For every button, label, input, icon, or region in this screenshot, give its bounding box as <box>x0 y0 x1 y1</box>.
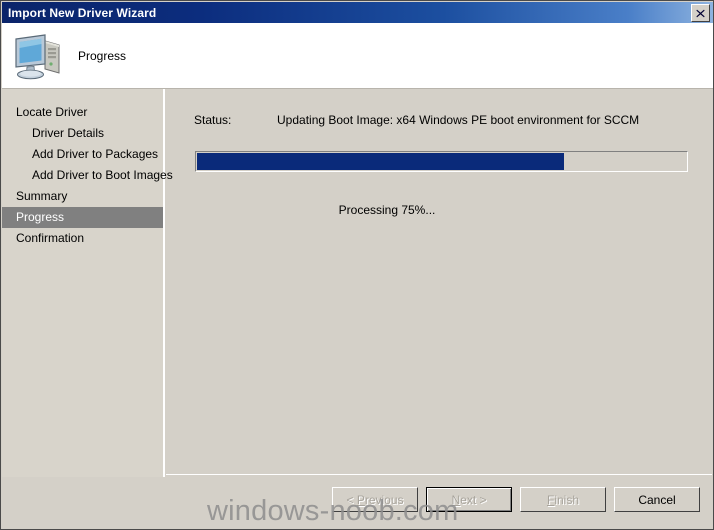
import-new-driver-wizard-window: Import New Driver Wizard Progress Locate… <box>0 0 714 530</box>
wizard-steps-sidebar: Locate Driver Driver Details Add Driver … <box>2 89 173 502</box>
previous-button[interactable]: < Previous <box>332 487 418 512</box>
sidebar-item-progress[interactable]: Progress <box>2 207 163 228</box>
window-title: Import New Driver Wizard <box>8 5 157 20</box>
sidebar-item-confirmation[interactable]: Confirmation <box>2 228 163 249</box>
wizard-body: Locate Driver Driver Details Add Driver … <box>2 89 713 529</box>
cancel-button-label: Cancel <box>638 492 676 507</box>
wizard-header: Progress <box>2 23 713 89</box>
wizard-button-row: < Previous Next > Finish Cancel <box>332 487 700 512</box>
sidebar-item-summary[interactable]: Summary <box>2 186 163 207</box>
finish-button[interactable]: Finish <box>520 487 606 512</box>
sidebar-item-add-driver-to-boot-images[interactable]: Add Driver to Boot Images <box>2 165 173 186</box>
sidebar-item-driver-details[interactable]: Driver Details <box>2 123 163 144</box>
status-row: Status: Updating Boot Image: x64 Windows… <box>194 113 639 127</box>
finish-button-label: Finish <box>546 492 580 507</box>
sidebar-item-add-driver-to-packages[interactable]: Add Driver to Packages <box>2 144 163 165</box>
wizard-footer: < Previous Next > Finish Cancel <box>2 477 713 529</box>
close-button[interactable] <box>691 4 710 22</box>
processing-status-text: Processing 75%... <box>338 203 436 217</box>
computer-icon <box>15 33 60 79</box>
next-button[interactable]: Next > <box>426 487 512 512</box>
progress-content-pane: Status: Updating Boot Image: x64 Windows… <box>167 89 713 529</box>
status-value: Updating Boot Image: x64 Windows PE boot… <box>277 113 640 127</box>
sidebar-item-locate-driver[interactable]: Locate Driver <box>2 102 163 123</box>
status-label: Status: <box>194 113 232 127</box>
footer-separator <box>166 474 712 476</box>
next-button-label: Next > <box>451 492 487 507</box>
progress-bar <box>195 151 688 172</box>
close-icon <box>696 9 705 17</box>
previous-button-label: < Previous <box>346 492 404 507</box>
progress-bar-fill <box>197 153 564 170</box>
cancel-button[interactable]: Cancel <box>614 487 700 512</box>
page-title: Progress <box>78 48 127 63</box>
title-bar: Import New Driver Wizard <box>2 2 713 23</box>
